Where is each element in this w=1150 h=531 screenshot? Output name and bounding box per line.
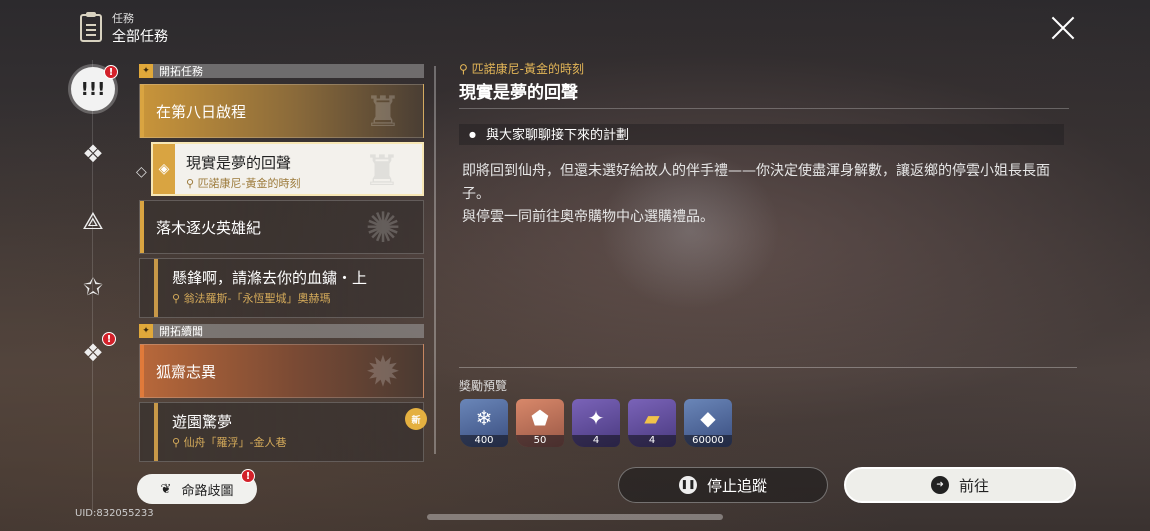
- accent-bar: [140, 345, 144, 397]
- section-icon: ✦: [139, 64, 153, 78]
- path-map-label: 命路歧圖: [181, 483, 234, 499]
- quest-location: ⚲ 翁法羅斯-「永恆聖城」奧赫瑪: [172, 292, 331, 305]
- reward-item[interactable]: ◆ 60000: [684, 399, 732, 447]
- map-icon: ❦: [160, 481, 172, 497]
- gem-icon: ◈: [153, 144, 175, 194]
- quest-title: 懸鋒啊，請滌去你的血鏽・上: [172, 269, 368, 287]
- reward-item[interactable]: ❄ 400: [460, 399, 508, 447]
- quest-card-selected[interactable]: ◈ ♜ 現實是夢的回聲 ⚲ 匹諾康尼-黃金的時刻: [151, 142, 424, 196]
- objective-text: 與大家聊聊接下來的計劃: [485, 128, 629, 143]
- star-icon: ✩: [82, 273, 104, 301]
- reward-item[interactable]: ⬟ 50: [516, 399, 564, 447]
- nav-item-trailblaze[interactable]: ❖: [74, 135, 112, 173]
- nav-item-companion[interactable]: ⟁: [74, 202, 112, 240]
- list-scrollbar[interactable]: [434, 66, 436, 454]
- go-button[interactable]: ➜ 前往: [844, 467, 1076, 503]
- quest-title: 狐齋志異: [156, 363, 217, 381]
- reward-qty: 4: [628, 435, 676, 447]
- emblem-icon: ✹: [365, 347, 401, 396]
- exclaim-icon: !!!: [80, 78, 106, 100]
- detail-title: 現實是夢的回聲: [459, 83, 578, 103]
- alert-badge: !: [104, 65, 118, 79]
- reward-qty: 400: [460, 435, 508, 447]
- bottom-scrollbar[interactable]: [427, 514, 723, 520]
- reward-qty: 60000: [684, 435, 732, 447]
- quest-card[interactable]: ✹ 狐齋志異: [139, 344, 424, 398]
- alert-badge: !: [241, 469, 255, 483]
- section-icon: ✦: [139, 324, 153, 338]
- section-header-trailblaze: ✦ 開拓任務: [139, 64, 424, 78]
- arrow-right-icon: ➜: [930, 476, 949, 494]
- reward-item[interactable]: ▰ 4: [628, 399, 676, 447]
- header-subtitle: 任務: [112, 12, 134, 25]
- triangle-star-icon: ⟁: [82, 207, 104, 235]
- divider: [459, 108, 1069, 109]
- page-title: 全部任務: [112, 29, 168, 45]
- detail-location: ⚲ 匹諾康尼-黃金的時刻: [459, 62, 584, 76]
- accent-bar: [140, 201, 144, 253]
- new-badge: 新: [405, 408, 427, 430]
- reward-item[interactable]: ✦ 4: [572, 399, 620, 447]
- clipboard-icon: [80, 12, 102, 42]
- reward-qty: 50: [516, 435, 564, 447]
- quest-list: ✦ 開拓任務 ♜ 在第八日啟程 ◈ ♜ 現實是夢的回聲 ⚲ 匹諾康尼-黃金的時刻…: [139, 64, 424, 466]
- description-paragraph: 即將回到仙舟，但還未選好給故人的伴手禮——你決定使盡渾身解數，讓返鄉的停雲小姐長…: [462, 163, 1050, 202]
- selection-marker-icon: ◇: [136, 164, 147, 180]
- section-header-continuance: ✦ 開拓續聞: [139, 324, 424, 338]
- quest-card[interactable]: ♜ 在第八日啟程: [139, 84, 424, 138]
- stop-tracking-label: 停止追蹤: [706, 476, 767, 495]
- stop-tracking-button[interactable]: ❚❚ 停止追蹤: [618, 467, 828, 503]
- nav-item-adventure[interactable]: ✩: [74, 268, 112, 306]
- quest-title: 遊園驚夢: [172, 413, 233, 431]
- accent-bar: [140, 85, 144, 137]
- accent-bar: [154, 259, 158, 317]
- go-label: 前往: [958, 476, 989, 495]
- quest-title: 在第八日啟程: [156, 103, 247, 121]
- quest-card[interactable]: ✺ 落木逐火英雄紀: [139, 200, 424, 254]
- close-icon[interactable]: [1050, 15, 1076, 41]
- diamond-star-icon: ❖: [82, 140, 104, 168]
- section-label: 開拓任務: [159, 65, 203, 78]
- emblem-icon: ♜: [363, 146, 401, 195]
- divider: [459, 367, 1077, 368]
- accent-bar: [154, 403, 158, 461]
- quest-description: 即將回到仙舟，但還未選好給故人的伴手禮——你決定使盡渾身解數，讓返鄉的停雲小姐長…: [462, 160, 1062, 229]
- nav-item-continuance[interactable]: ❖ !: [74, 332, 116, 372]
- reward-list: ❄ 400 ⬟ 50 ✦ 4 ▰ 4 ◆ 60000: [460, 399, 732, 447]
- alert-badge: !: [102, 332, 116, 346]
- section-label: 開拓續聞: [159, 325, 203, 338]
- pause-icon: ❚❚: [678, 476, 697, 494]
- emblem-icon: ✺: [365, 203, 401, 252]
- uid-text: UID:832055233: [75, 508, 154, 519]
- rewards-label: 獎勵預覽: [459, 379, 508, 393]
- diamond-star-icon: ❖: [82, 339, 104, 367]
- path-map-button[interactable]: ❦ 命路歧圖 !: [137, 469, 257, 504]
- quest-title: 落木逐火英雄紀: [156, 219, 262, 237]
- quest-card[interactable]: 遊園驚夢 ⚲ 仙舟「羅浮」-金人巷: [139, 402, 424, 462]
- reward-qty: 4: [572, 435, 620, 447]
- nav-item-urgent[interactable]: !!! !: [71, 65, 118, 111]
- quest-card[interactable]: 懸鋒啊，請滌去你的血鏽・上 ⚲ 翁法羅斯-「永恆聖城」奧赫瑪: [139, 258, 424, 318]
- quest-location: ⚲ 仙舟「羅浮」-金人巷: [172, 436, 287, 449]
- objective-row: 與大家聊聊接下來的計劃: [459, 124, 1064, 145]
- page-header: 任務 全部任務: [80, 10, 168, 46]
- quest-location: ⚲ 匹諾康尼-黃金的時刻: [186, 177, 301, 190]
- description-paragraph: 與停雲一同前往奧帝購物中心選購禮品。: [462, 209, 714, 225]
- quest-title: 現實是夢的回聲: [186, 154, 292, 172]
- emblem-icon: ♜: [364, 87, 402, 136]
